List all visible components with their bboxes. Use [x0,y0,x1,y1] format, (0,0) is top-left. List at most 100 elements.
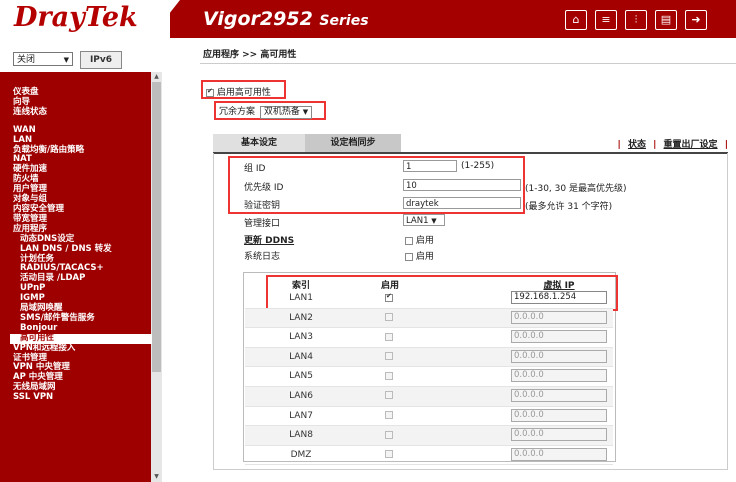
interface-name: DMZ [290,449,312,460]
sidebar-menu: 仪表盘 向导 连线状态 WAN LAN 负载均衡/路由策略 NAT 硬件加速 防火墙 用户管理 对象… [10,87,153,403]
ddns-checkbox[interactable] [405,236,413,245]
auth-key-label: 验证密钥 [244,201,281,211]
enable-ha-label: 启用高可用性 [216,88,271,98]
enable-ha-checkbox[interactable] [206,87,214,97]
auth-key-input[interactable]: draytek [403,197,521,209]
group-id-label: 组 ID [244,164,266,174]
logout-icon[interactable]: ➜ [685,10,707,30]
table-row: LAN3 0.0.0.0 [245,328,613,348]
home-icon[interactable]: ⌂ [565,10,587,30]
table-row: LAN2 0.0.0.0 [245,308,613,329]
virtual-ip-input[interactable]: 0.0.0.0 [511,330,607,344]
sidebar-item[interactable]: 负载均衡/路由策略 [13,145,153,156]
divider: | [617,140,621,150]
redundancy-value: 双机热备 [263,107,300,117]
enable-checkbox[interactable] [385,411,393,420]
syslog-enable: 启用 [405,249,434,262]
enable-checkbox[interactable] [385,292,393,302]
interface-name: LAN5 [289,371,313,382]
enable-checkbox[interactable] [385,313,393,322]
syslog-checkbox[interactable] [405,252,413,261]
sliders-icon[interactable]: ⫶ [625,10,647,30]
virtual-ip-input[interactable]: 0.0.0.0 [511,310,607,324]
chevron-down-icon: ▼ [63,56,69,64]
chevron-down-icon: ▼ [302,108,309,116]
interface-name: LAN6 [289,390,313,401]
table-row: LAN8 0.0.0.0 [245,426,613,446]
factory-reset-link[interactable]: 重置出厂设定 [664,140,718,150]
enable-checkbox[interactable] [385,371,393,380]
draytek-logo: DrayTek [14,2,138,33]
mgmt-interface-value: LAN1 [406,216,429,226]
tab-links: | 状态 | 重置出厂设定 | [618,137,728,150]
enable-checkbox[interactable] [385,430,393,439]
enable-checkbox[interactable] [385,391,393,400]
table-row: DMZ 0.0.0.0 [245,446,613,466]
enable-cell [385,391,393,401]
language-select[interactable]: 关闭 ▼ [13,52,73,66]
scroll-down-icon[interactable]: ▼ [152,473,161,481]
enable-ha-row: 启用高可用性 [206,85,271,98]
sidebar-item[interactable]: SSL VPN [13,392,153,403]
virtual-ip-input[interactable]: 0.0.0.0 [511,369,607,383]
breadcrumb-divider [200,63,736,64]
sidebar-item[interactable]: 连线状态 [13,107,153,118]
enable-cell [385,332,393,342]
ipv6-label: IPv6 [89,55,113,65]
chevron-down-icon: ▼ [431,217,437,225]
syslog-label: 系统日志 [244,252,281,262]
mgmt-interface-label: 管理接口 [244,219,281,229]
list-icon[interactable]: ≡ [595,10,617,30]
virtual-ip-input[interactable]: 0.0.0.0 [511,349,607,363]
interface-name: LAN1 [289,293,313,303]
sidebar-item[interactable]: WAN [13,125,153,136]
priority-hint: (1-30, 30 是最高优先级) [525,184,627,194]
ipv6-button[interactable]: IPv6 [80,51,122,69]
priority-label: 优先级 ID [244,183,284,193]
interface-name: LAN2 [289,312,313,323]
virtual-ip-input[interactable]: 192.168.1.254 [511,291,607,304]
tab-bar: 基本设定 设定档同步 | 状态 | 重置出厂设定 | [213,134,728,154]
status-link[interactable]: 状态 [628,140,646,150]
logo-slant [150,0,180,38]
virtual-ip-input[interactable]: 0.0.0.0 [511,428,607,442]
table-row: LAN7 0.0.0.0 [245,407,613,427]
ddns-link[interactable]: 更新 DDNS [244,233,294,246]
table-row: LAN1 192.168.1.254 [245,289,613,309]
enable-cell [385,450,393,460]
enable-cell [385,411,393,421]
redundancy-label: 冗余方案 [219,107,256,117]
interface-name: LAN7 [289,410,313,421]
table-row: LAN5 0.0.0.0 [245,367,613,387]
virtual-ip-input[interactable]: 0.0.0.0 [511,408,607,422]
enable-cell [385,313,393,323]
ddns-enable: 启用 [405,233,434,246]
enable-checkbox[interactable] [385,332,393,341]
lan-table: LAN1192.168.1.254LAN20.0.0.0LAN30.0.0.0L… [245,289,613,466]
enable-cell [385,352,393,362]
mgmt-interface-select[interactable]: LAN1 ▼ [403,214,445,226]
virtual-ip-input[interactable]: 0.0.0.0 [511,388,607,402]
priority-input[interactable]: 10 [403,179,521,191]
scrollbar-thumb[interactable] [152,82,161,372]
enable-checkbox[interactable] [385,450,393,459]
interface-name: LAN8 [289,430,313,441]
scroll-up-icon[interactable]: ▲ [152,73,161,81]
syslog-enable-label: 启用 [415,252,434,262]
interface-name: LAN4 [289,351,313,362]
model-series: Series [319,13,369,29]
enable-checkbox[interactable] [385,352,393,361]
tab-sync-label: 设定档同步 [330,138,376,148]
redundancy-select[interactable]: 双机热备 ▼ [259,106,313,119]
enable-cell [385,430,393,440]
enable-cell [385,292,393,303]
sidebar-item[interactable]: LAN DNS / DNS 转发 [13,244,153,255]
tab-config-sync[interactable]: 设定档同步 [305,134,401,152]
group-id-input[interactable]: 1 [403,160,457,172]
tab-basic-settings[interactable]: 基本设定 [213,134,305,152]
virtual-ip-input[interactable]: 0.0.0.0 [511,447,607,461]
breadcrumb: 应用程序 >> 高可用性 [203,50,297,60]
save-icon[interactable]: ▤ [655,10,677,30]
model-name: Vigor2952 [203,8,313,30]
sidebar-item[interactable]: 仪表盘 [13,87,153,98]
